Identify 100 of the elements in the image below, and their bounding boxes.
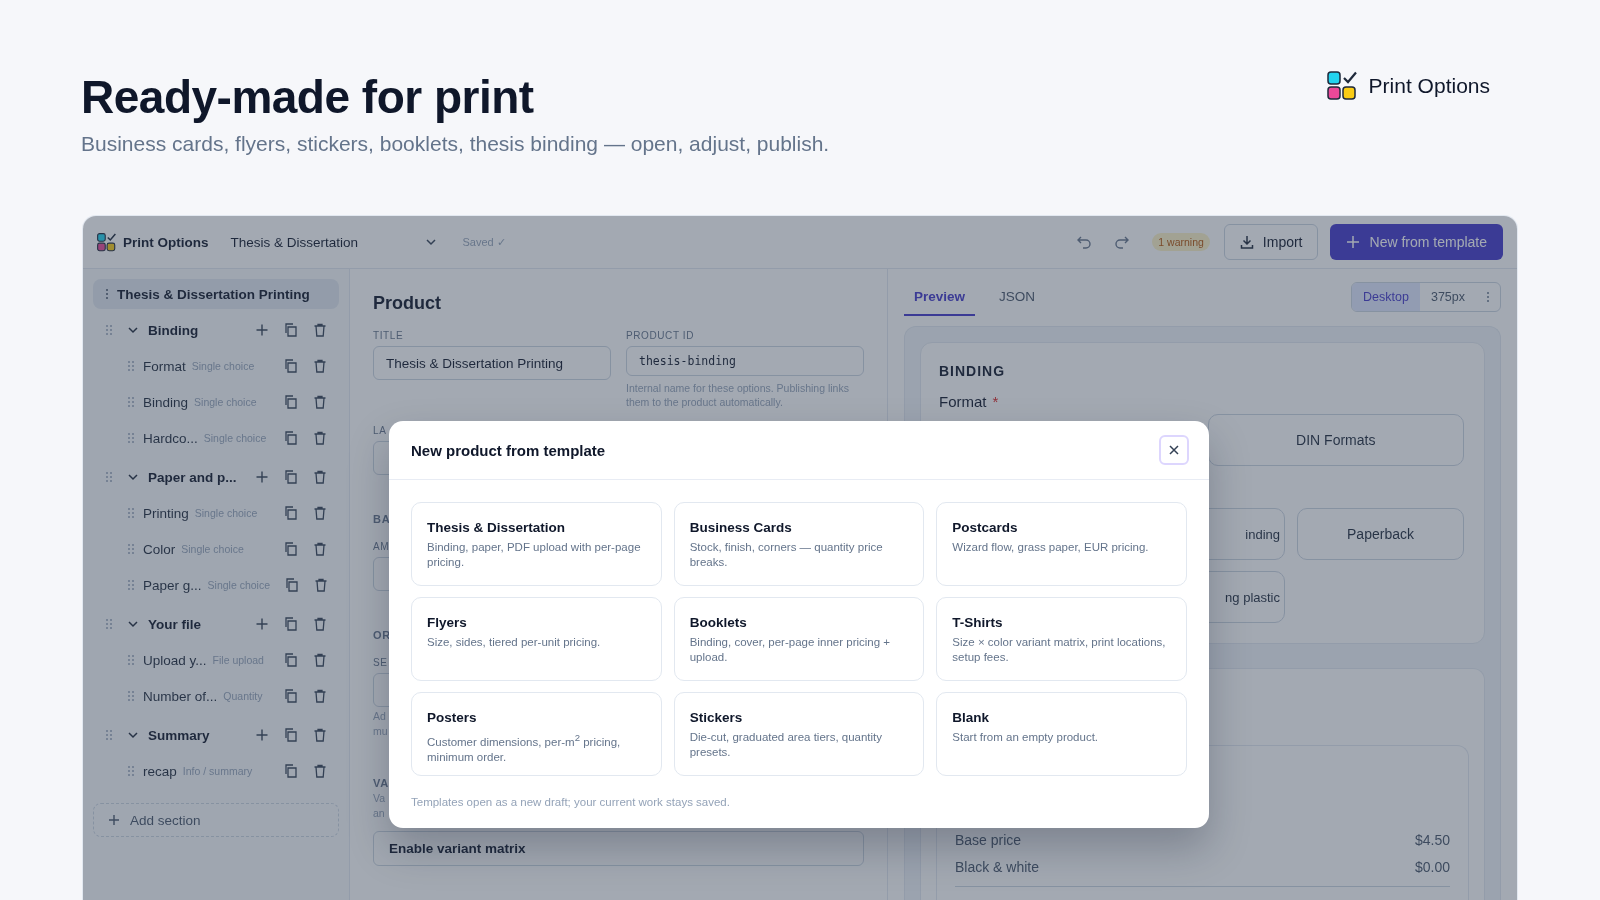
template-card[interactable]: T-Shirts Size × color variant matrix, print locations, setup fees. [936, 597, 1187, 681]
drag-handle-icon[interactable] [127, 396, 135, 408]
drag-handle-icon[interactable] [127, 543, 135, 555]
drag-handle-icon[interactable] [127, 690, 135, 702]
section-name[interactable]: Summary [148, 727, 210, 743]
template-card[interactable]: Booklets Binding, cover, per-page inner pricing + upload. [673, 597, 925, 681]
copy-icon[interactable] [284, 359, 298, 373]
field-label: PRODUCT ID [626, 330, 696, 341]
device-option[interactable]: 375px [1419, 282, 1476, 311]
copy-icon[interactable] [284, 764, 298, 778]
trash-icon[interactable] [313, 323, 327, 337]
template-card[interactable]: Postcards Wizard flow, grass paper, EUR pricing. [936, 502, 1187, 586]
field-name[interactable]: Hardco... [143, 430, 198, 446]
option-button[interactable]: DIN Formats [1207, 414, 1464, 466]
field-name[interactable]: recap [143, 763, 177, 779]
more-icon [105, 288, 109, 300]
chevron-down-icon[interactable] [127, 324, 139, 336]
trash-icon[interactable] [313, 728, 327, 742]
close-button[interactable] [1159, 435, 1189, 465]
trash-icon[interactable] [313, 431, 327, 445]
field-label: AM [373, 541, 390, 552]
title-field[interactable]: Thesis & Dissertation Printing [373, 346, 611, 380]
copy-icon[interactable] [284, 323, 298, 337]
drag-handle-icon[interactable] [127, 579, 135, 591]
section-name[interactable]: Binding [148, 322, 199, 338]
add-section-button[interactable]: Add section [93, 803, 339, 837]
section-name[interactable]: Your file [148, 616, 201, 632]
section-label: VA [373, 777, 390, 789]
template-card[interactable]: Stickers Die-cut, graduated area tiers, quantity presets. [673, 692, 925, 776]
device-option[interactable]: Desktop [1352, 282, 1420, 311]
new-from-template-button[interactable]: New from template [1329, 224, 1503, 260]
toggle-button[interactable]: Enable variant matrix [373, 831, 864, 866]
template-card[interactable]: Posters Customer dimensions, per-m$^{2}$ pricing, minimum order. [411, 692, 662, 776]
price-label: Base price [955, 831, 1022, 848]
undo-icon[interactable] [1076, 234, 1093, 250]
drag-handle-icon[interactable] [127, 654, 135, 666]
trash-icon[interactable] [313, 764, 327, 778]
chevron-down-icon[interactable] [127, 618, 139, 630]
trash-icon[interactable] [313, 617, 327, 631]
tab[interactable]: JSON [989, 277, 1046, 316]
field-name[interactable]: Upload y... [143, 652, 207, 668]
field-name[interactable]: Format [143, 358, 186, 374]
plus-icon[interactable] [255, 728, 269, 742]
plus-icon[interactable] [255, 323, 269, 337]
drag-handle-icon[interactable] [105, 618, 113, 630]
trash-icon[interactable] [313, 470, 327, 484]
template-card[interactable]: Thesis & Dissertation Binding, paper, PDF upload with per-page pricing. [411, 502, 662, 586]
template-name: Posters [427, 710, 478, 725]
plus-icon[interactable] [255, 470, 269, 484]
chevron-down-icon[interactable] [127, 471, 139, 483]
redo-icon[interactable] [1114, 234, 1131, 250]
app-name: Print Options [123, 234, 209, 250]
product-select[interactable]: Thesis & Dissertation [230, 234, 437, 250]
template-card[interactable]: Business Cards Stock, finish, corners — quantity price breaks. [673, 502, 925, 586]
copy-icon[interactable] [285, 578, 299, 592]
drag-handle-icon[interactable] [105, 729, 113, 741]
tab[interactable]: Preview [904, 277, 976, 316]
field-name[interactable]: Binding [143, 394, 189, 410]
page-title: Ready-made for print [81, 70, 535, 124]
copy-icon[interactable] [284, 395, 298, 409]
required-mark: * [992, 393, 999, 410]
import-button[interactable]: Import [1223, 224, 1318, 260]
copy-icon[interactable] [284, 689, 298, 703]
field-name[interactable]: Printing [143, 505, 189, 521]
template-description: Binding, cover, per-page inner pricing + upload. [689, 635, 892, 665]
drag-handle-icon[interactable] [127, 507, 135, 519]
tree-root-item[interactable]: Thesis & Dissertation Printing [93, 279, 339, 309]
trash-icon[interactable] [313, 359, 327, 373]
drag-handle-icon[interactable] [105, 324, 113, 336]
product-id-field[interactable]: thesis-binding [626, 346, 864, 376]
plus-icon [108, 814, 120, 826]
copy-icon[interactable] [284, 728, 298, 742]
saved-status: Saved ✓ [462, 235, 506, 249]
trash-icon[interactable] [313, 395, 327, 409]
template-description: Wizard flow, grass paper, EUR pricing. [952, 540, 1150, 555]
trash-icon[interactable] [313, 653, 327, 667]
template-card[interactable]: Flyers Size, sides, tiered per-unit pricing. [411, 597, 662, 681]
option-button[interactable]: Paperback [1297, 508, 1464, 560]
drag-handle-icon[interactable] [127, 765, 135, 777]
copy-icon[interactable] [284, 470, 298, 484]
field-name[interactable]: Number of... [143, 688, 218, 704]
trash-icon[interactable] [313, 506, 327, 520]
copy-icon[interactable] [284, 431, 298, 445]
trash-icon[interactable] [313, 542, 327, 556]
template-card[interactable]: Blank Start from an empty product. [936, 692, 1187, 776]
field-name[interactable]: Color [143, 541, 176, 557]
copy-icon[interactable] [284, 617, 298, 631]
drag-handle-icon[interactable] [127, 432, 135, 444]
section-name[interactable]: Paper and p... [148, 469, 237, 485]
copy-icon[interactable] [284, 542, 298, 556]
warning-badge[interactable]: 1 warning [1152, 233, 1210, 251]
copy-icon[interactable] [284, 506, 298, 520]
chevron-down-icon[interactable] [127, 729, 139, 741]
trash-icon[interactable] [314, 578, 328, 592]
field-name[interactable]: Paper g... [143, 577, 202, 593]
plus-icon[interactable] [255, 617, 269, 631]
drag-handle-icon[interactable] [127, 360, 135, 372]
drag-handle-icon[interactable] [105, 471, 113, 483]
trash-icon[interactable] [313, 689, 327, 703]
copy-icon[interactable] [284, 653, 298, 667]
